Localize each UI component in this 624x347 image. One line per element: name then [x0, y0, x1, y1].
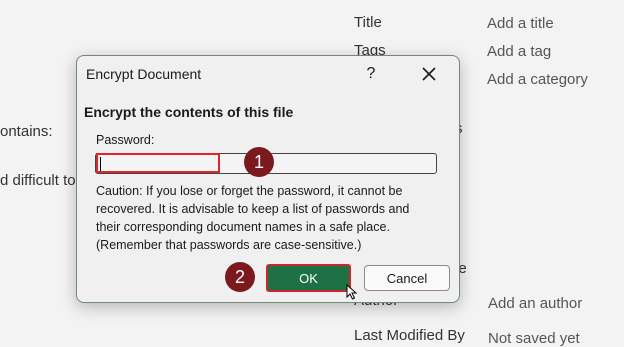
step-badge-2: 2 [225, 262, 255, 292]
password-highlight-box [96, 153, 220, 173]
mouse-pointer-icon [346, 284, 358, 300]
prop-author-value[interactable]: Add an author [488, 295, 582, 312]
dialog-title: Encrypt Document [86, 66, 202, 82]
bg-text-contains: ontains: [0, 123, 53, 140]
prop-tags-value[interactable]: Add a tag [487, 43, 551, 60]
caution-text: Caution: If you lose or forget the passw… [96, 184, 410, 252]
prop-last-modified-value: Not saved yet [488, 330, 580, 347]
cancel-button[interactable]: Cancel [364, 265, 450, 291]
close-button[interactable] [417, 62, 441, 86]
close-icon [422, 67, 436, 81]
step-badge-1: 1 [244, 147, 274, 177]
dialog-heading: Encrypt the contents of this file [84, 104, 294, 120]
password-label: Password: [96, 133, 155, 147]
prop-category-value[interactable]: Add a category [487, 71, 588, 88]
prop-last-modified-label: Last Modified By [354, 327, 465, 344]
ok-button[interactable]: OK [266, 264, 351, 292]
help-button[interactable]: ? [361, 62, 381, 86]
bg-text-difficult: d difficult to [0, 172, 76, 189]
prop-title-value[interactable]: Add a title [487, 15, 554, 32]
encrypt-document-dialog: Encrypt Document ? Encrypt the contents … [76, 55, 460, 303]
prop-title-label: Title [354, 14, 382, 31]
